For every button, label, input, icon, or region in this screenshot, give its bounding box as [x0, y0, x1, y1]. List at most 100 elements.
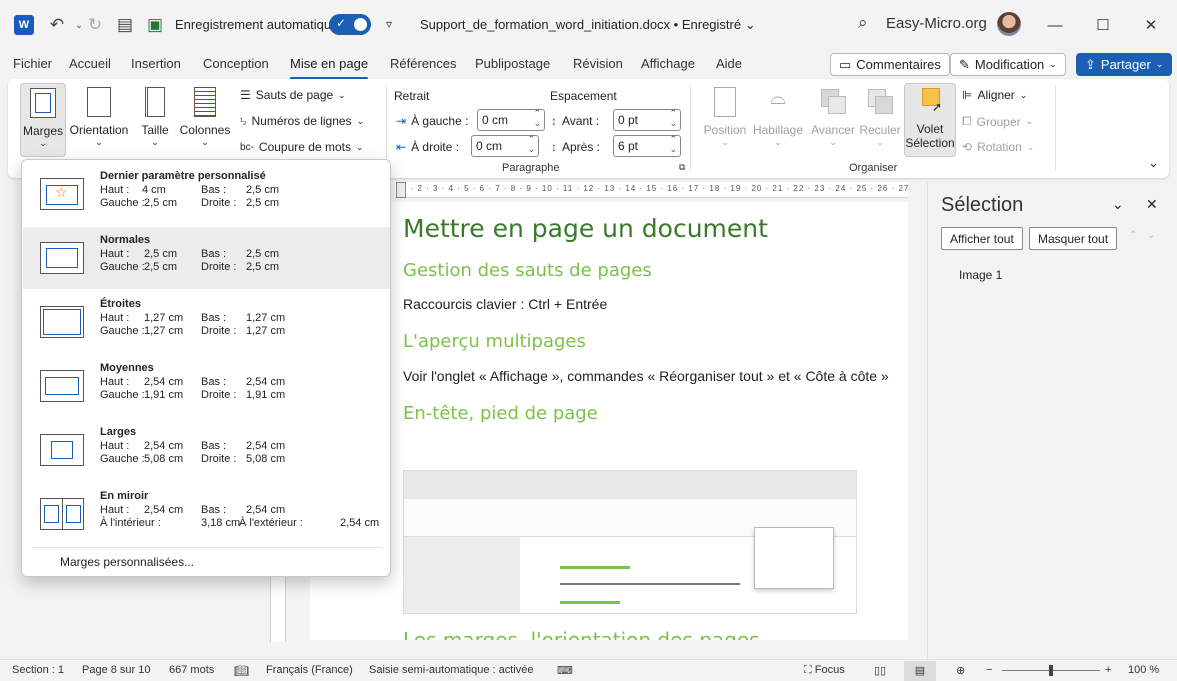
tab-publipostage[interactable]: Publipostage — [475, 56, 550, 78]
collapse-ribbon-icon[interactable]: ⌄ — [1148, 155, 1159, 171]
hyphenation-button[interactable]: bc- Coupure de mots ⌄ — [240, 140, 364, 154]
focus-button[interactable]: ⛶ Focus — [804, 664, 845, 677]
selection-pane-title: Sélection — [941, 194, 1024, 216]
paragraph: Voir l'onglet « Affichage », commandes «… — [403, 368, 889, 384]
zoom-slider-thumb[interactable] — [1049, 665, 1053, 676]
indent-right-icon: ⇤ — [396, 140, 407, 154]
chevron-down-icon: ⌄ — [356, 115, 365, 126]
zoom-in-button[interactable]: + — [1105, 664, 1111, 676]
margins-button[interactable]: Marges ⌄ — [20, 83, 66, 157]
zoom-level[interactable]: 100 % — [1128, 664, 1159, 676]
tab-fichier[interactable]: Fichier — [13, 56, 52, 78]
indent-marker[interactable] — [396, 182, 406, 198]
wrap-text-button[interactable]: ⌓ Habillage ⌄ — [750, 87, 806, 148]
minimize-button[interactable]: — — [1040, 12, 1070, 38]
spacing-after-input[interactable]: 6 pt — [613, 134, 681, 157]
heading-2: L'aperçu multipages — [403, 331, 586, 352]
paragraph-dialog-launcher-icon[interactable]: ⧉ — [679, 162, 685, 173]
margins-thumbnail — [40, 498, 84, 530]
print-layout-icon[interactable]: ▤ — [904, 661, 936, 681]
comments-button[interactable]: ▭ Commentaires — [830, 53, 950, 76]
account-name[interactable]: Easy-Micro.org — [886, 15, 987, 32]
margins-option-wide[interactable]: Larges Haut :2,54 cm Bas :2,54 cm Gauche… — [23, 419, 390, 481]
selection-item-image[interactable]: Image 1 — [959, 268, 1002, 282]
undo-icon[interactable]: ↶ — [46, 14, 68, 36]
paragraph-group-label: Paragraphe — [502, 162, 560, 174]
autocomplete-status[interactable]: Saisie semi-automatique : activée — [369, 664, 533, 676]
margins-option-last-custom[interactable]: ☆ Dernier paramètre personnalisé Haut :4… — [23, 163, 390, 225]
proofing-icon[interactable]: 📖︎ — [234, 664, 249, 678]
indent-left-input[interactable]: 0 cm — [477, 108, 545, 131]
indent-right-input[interactable]: 0 cm — [471, 134, 539, 157]
tab-revision[interactable]: Révision — [573, 56, 623, 78]
chevron-down-icon: ⌄ — [744, 17, 756, 32]
tab-affichage[interactable]: Affichage — [641, 56, 695, 78]
save-icon[interactable]: ▣ — [144, 14, 166, 36]
move-up-icon[interactable]: ⌃ — [1129, 230, 1137, 241]
read-mode-icon[interactable]: ▯▯ — [874, 664, 886, 677]
share-button[interactable]: ⇪ Partager ⌄ — [1076, 53, 1173, 76]
bring-forward-button[interactable]: Avancer ⌄ — [808, 87, 858, 148]
web-layout-icon[interactable]: ⊕ — [956, 664, 965, 677]
editing-mode-button[interactable]: ✎ Modification ⌄ — [950, 53, 1066, 76]
columns-icon — [194, 87, 216, 117]
zoom-out-button[interactable]: − — [986, 664, 992, 676]
margins-option-normal[interactable]: Normales Haut :2,5 cm Bas :2,5 cm Gauche… — [23, 227, 390, 289]
line-numbers-button[interactable]: ¹₂ Numéros de lignes ⌄ — [240, 114, 364, 128]
tab-conception[interactable]: Conception — [203, 56, 269, 78]
chevron-down-icon: ⌄ — [1026, 141, 1035, 152]
redo-icon[interactable]: ↻ — [84, 14, 106, 36]
margins-option-narrow[interactable]: Étroites Haut :1,27 cm Bas :1,27 cm Gauc… — [23, 291, 390, 353]
tab-aide[interactable]: Aide — [716, 56, 742, 78]
group-button[interactable]: ⧠ Grouper ⌄ — [962, 114, 1033, 129]
maximize-button[interactable]: ☐ — [1088, 12, 1118, 38]
pane-options-icon[interactable]: ⌄ — [1112, 196, 1124, 213]
chevron-down-icon: ⌄ — [1025, 116, 1034, 126]
align-button[interactable]: ⊫ Aligner ⌄ — [962, 88, 1027, 102]
tab-insertion[interactable]: Insertion — [131, 56, 181, 78]
print-preview-icon[interactable]: ▤ — [114, 14, 136, 36]
spacing-before-label: ↕ Avant : — [551, 114, 600, 128]
show-all-button[interactable]: Afficher tout — [941, 227, 1023, 250]
document-title[interactable]: Support_de_formation_word_initiation.doc… — [420, 17, 756, 33]
autosave-toggle[interactable]: ✓ — [329, 14, 371, 35]
position-button[interactable]: Position ⌄ — [701, 87, 749, 148]
close-button[interactable]: ✕ — [1136, 12, 1166, 38]
spacing-before-input[interactable]: 0 pt — [613, 108, 681, 131]
tab-mise-en-page[interactable]: Mise en page — [290, 56, 369, 80]
selection-pane-button[interactable]: ➚ Volet Sélection — [904, 83, 956, 157]
bring-forward-icon — [819, 87, 847, 117]
word-count[interactable]: 667 mots — [169, 664, 214, 676]
custom-margins-item[interactable]: Marges personnalisées... — [60, 555, 194, 569]
accessibility-icon[interactable]: ⌨ — [557, 664, 573, 677]
heading-2: Les marges, l'orientation des pages — [403, 628, 760, 640]
tab-accueil[interactable]: Accueil — [69, 56, 111, 78]
size-button[interactable]: Taille ⌄ — [136, 87, 174, 148]
spacing-after-label: ↕ Après : — [551, 140, 601, 154]
language-status[interactable]: Français (France) — [266, 664, 353, 676]
embedded-screenshot-image[interactable] — [403, 470, 857, 614]
margins-option-moderate[interactable]: Moyennes Haut :2,54 cm Bas :2,54 cm Gauc… — [23, 355, 390, 417]
orientation-button[interactable]: Orientation ⌄ — [68, 87, 130, 148]
position-icon — [714, 87, 736, 117]
search-icon[interactable]: ⌕ — [858, 13, 868, 33]
margins-thumbnail: ☆ — [40, 178, 84, 210]
rotate-button[interactable]: ⟲ Rotation ⌄ — [962, 140, 1034, 154]
columns-button[interactable]: Colonnes ⌄ — [178, 87, 232, 148]
indent-left-label: ⇥ À gauche : — [396, 114, 469, 128]
indent-right-label: ⇤ À droite : — [396, 140, 460, 154]
margins-option-mirrored[interactable]: En miroir Haut :2,54 cm Bas :2,54 cm À l… — [23, 483, 390, 545]
breaks-button[interactable]: ☰ Sauts de page ⌄ — [240, 88, 346, 102]
heading-2: Gestion des sauts de pages — [403, 260, 652, 281]
avatar[interactable] — [997, 12, 1021, 36]
send-backward-button[interactable]: Reculer ⌄ — [858, 87, 902, 148]
vertical-scrollbar[interactable] — [908, 202, 926, 642]
document-page[interactable]: Mettre en page un document Gestion des s… — [310, 202, 908, 640]
close-icon[interactable]: ✕ — [1146, 196, 1158, 213]
hide-all-button[interactable]: Masquer tout — [1029, 227, 1118, 250]
page-status[interactable]: Page 8 sur 10 — [82, 664, 151, 676]
tab-references[interactable]: Références — [390, 56, 456, 78]
section-status[interactable]: Section : 1 — [12, 664, 64, 676]
customize-toolbar-icon[interactable]: ▿ — [386, 17, 392, 31]
move-down-icon[interactable]: ⌄ — [1147, 230, 1155, 241]
